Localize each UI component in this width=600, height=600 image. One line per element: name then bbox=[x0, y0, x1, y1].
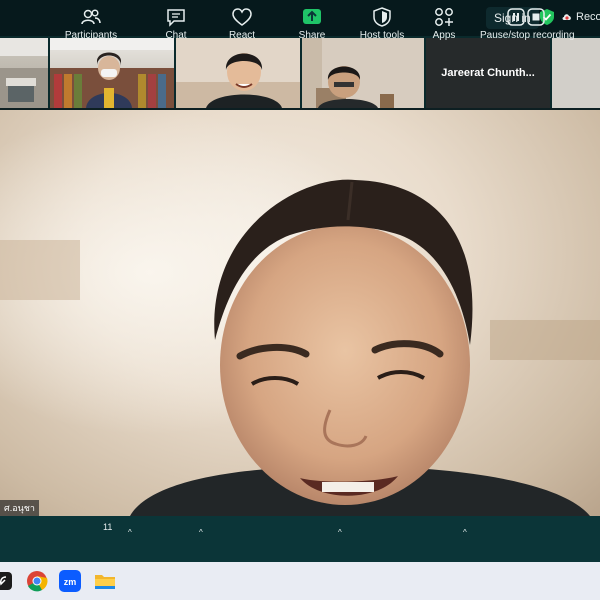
os-taskbar bbox=[0, 562, 600, 600]
participant-thumbnail[interactable] bbox=[302, 38, 424, 108]
participants-label: Participants bbox=[64, 30, 118, 41]
participant-name: Jareerat Chunth... bbox=[441, 67, 535, 79]
speaker-name-label: ศ.อนุชา bbox=[0, 500, 39, 516]
share-caret-icon[interactable]: ^ bbox=[338, 528, 342, 537]
shield-icon bbox=[373, 7, 391, 27]
participant-thumbnail[interactable] bbox=[0, 38, 48, 108]
apps-button[interactable]: Apps bbox=[428, 4, 460, 44]
react-label: React bbox=[228, 30, 256, 41]
chat-label: Chat bbox=[165, 30, 187, 41]
share-label: Share bbox=[298, 30, 326, 41]
apps-caret-icon[interactable]: ^ bbox=[463, 528, 467, 537]
chrome-icon[interactable] bbox=[26, 570, 48, 592]
participant-thumbnail[interactable] bbox=[50, 38, 174, 108]
file-explorer-icon[interactable] bbox=[94, 570, 116, 592]
participant-thumbnail[interactable]: Jareerat Chunth... bbox=[426, 38, 550, 108]
host-tools-button[interactable]: Host tools bbox=[356, 4, 408, 44]
apps-icon bbox=[435, 8, 453, 26]
participants-icon bbox=[81, 9, 101, 25]
participants-button[interactable]: Participants bbox=[60, 4, 122, 44]
participant-thumbnail[interactable] bbox=[552, 38, 600, 108]
pause-stop-recording-button[interactable]: Pause/stop recording bbox=[480, 4, 575, 44]
chat-button[interactable]: Chat bbox=[158, 4, 194, 44]
participants-caret-icon[interactable]: ^ bbox=[128, 528, 132, 537]
meeting-window: Sign in Recording bbox=[0, 0, 600, 600]
react-button[interactable]: React bbox=[224, 4, 260, 44]
zoom-icon[interactable]: zm bbox=[59, 570, 81, 592]
recording-status[interactable]: Recording bbox=[576, 11, 600, 23]
pause-stop-icon bbox=[507, 8, 545, 26]
app-icon[interactable] bbox=[0, 570, 16, 592]
participants-count: 11 bbox=[103, 522, 113, 532]
meeting-toolbar bbox=[0, 516, 600, 562]
heart-icon bbox=[232, 8, 252, 26]
chat-caret-icon[interactable]: ^ bbox=[199, 528, 203, 537]
share-screen-icon bbox=[303, 9, 321, 24]
pause-stop-recording-label: Pause/stop recording bbox=[480, 30, 575, 41]
host-tools-label: Host tools bbox=[359, 30, 405, 41]
share-button[interactable]: Share bbox=[294, 4, 330, 44]
participant-thumbnail[interactable] bbox=[176, 38, 300, 108]
apps-label: Apps bbox=[432, 30, 456, 41]
active-speaker-video[interactable] bbox=[0, 110, 600, 516]
chat-icon bbox=[167, 9, 185, 27]
svg-text:zm: zm bbox=[64, 577, 77, 587]
